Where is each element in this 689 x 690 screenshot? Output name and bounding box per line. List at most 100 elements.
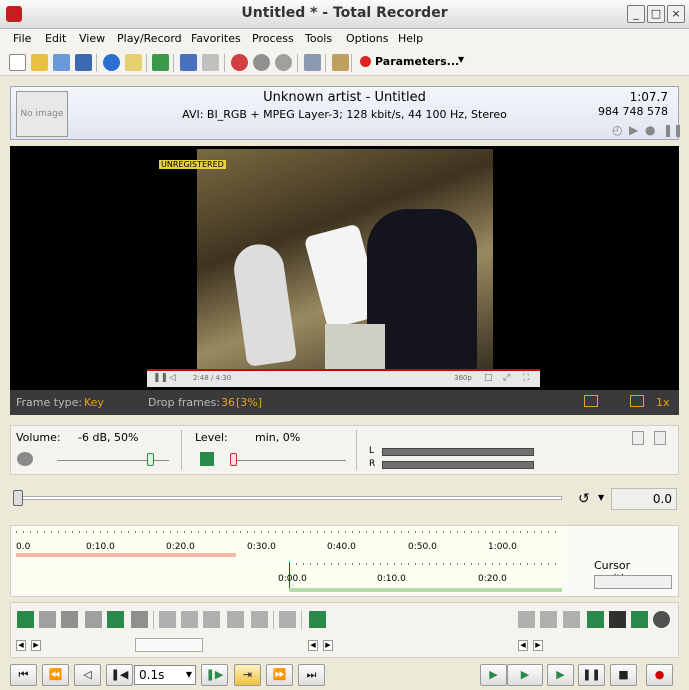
- close-button[interactable]: ×: [667, 5, 685, 23]
- merge-icon[interactable]: [540, 611, 557, 628]
- speed-select[interactable]: 0.1s ▼: [134, 665, 196, 685]
- mixer-info-icon[interactable]: [654, 431, 666, 445]
- loop-play-button[interactable]: ⇥: [234, 664, 261, 686]
- scroll-right-icon[interactable]: ▶: [533, 640, 543, 651]
- loop-icon[interactable]: ↺: [578, 491, 590, 507]
- go-to-start-button[interactable]: ⏮: [10, 664, 37, 686]
- position-slider-track[interactable]: [16, 496, 562, 500]
- level-wand-icon[interactable]: [200, 452, 214, 466]
- step-back-button[interactable]: ◁: [74, 664, 101, 686]
- fit-window-icon[interactable]: [630, 395, 644, 407]
- mini-stop-icon[interactable]: ●: [645, 123, 655, 137]
- scroll-left-icon[interactable]: ◀: [518, 640, 528, 651]
- record-button[interactable]: ●: [646, 664, 673, 686]
- parameters-button[interactable]: Parameters... ▼: [356, 52, 466, 72]
- menu-help[interactable]: Help: [398, 32, 423, 45]
- redo-icon[interactable]: [202, 54, 219, 71]
- format-description: AVI: BI_RGB + MPEG Layer-3; 128 kbit/s, …: [182, 108, 507, 121]
- add-marker-icon[interactable]: [587, 611, 604, 628]
- silence-icon[interactable]: [279, 611, 296, 628]
- refresh-icon[interactable]: [152, 54, 169, 71]
- fast-forward-button[interactable]: ⏩: [266, 664, 293, 686]
- rewind-button[interactable]: ⏪: [42, 664, 69, 686]
- save-icon[interactable]: [75, 54, 92, 71]
- chevron-down-icon: ▼: [458, 55, 465, 64]
- jump-forward-icon[interactable]: [39, 611, 56, 628]
- scroll-left-icon[interactable]: ◀: [308, 640, 318, 651]
- menu-file[interactable]: File: [13, 32, 31, 45]
- maximize-button[interactable]: □: [647, 5, 665, 23]
- menu-edit[interactable]: Edit: [45, 32, 66, 45]
- timeline-panel[interactable]: 0.0 0:10.0 0:20.0 0:30.0 0:40.0 0:50.0 1…: [10, 525, 679, 597]
- speaker-icon[interactable]: [17, 452, 33, 466]
- cut-icon[interactable]: [159, 611, 176, 628]
- pause-icon: ❚❚: [153, 373, 169, 383]
- paste-icon[interactable]: [203, 611, 220, 628]
- tick-label: 0:40.0: [327, 542, 356, 552]
- cursor-position-field[interactable]: [594, 575, 672, 589]
- chevron-down-icon[interactable]: ▼: [598, 493, 604, 502]
- scroll-left-icon[interactable]: ◀: [16, 640, 26, 651]
- play-to-end-button[interactable]: ▶: [547, 664, 574, 686]
- level-slider-track[interactable]: [232, 460, 346, 461]
- copy-icon[interactable]: [181, 611, 198, 628]
- open-url-icon[interactable]: [53, 54, 70, 71]
- stop-schedule-icon[interactable]: [275, 54, 292, 71]
- menu-favorites[interactable]: Favorites: [191, 32, 241, 45]
- menu-process[interactable]: Process: [252, 32, 294, 45]
- edit-scroll-box[interactable]: [135, 638, 203, 652]
- play-selection-button[interactable]: ❚▶: [201, 664, 228, 686]
- menu-play-record[interactable]: Play/Record: [117, 32, 182, 45]
- add-track-icon[interactable]: [631, 611, 648, 628]
- delete-icon[interactable]: [227, 611, 244, 628]
- tools-icon[interactable]: [332, 54, 349, 71]
- record-settings-icon[interactable]: [231, 54, 248, 71]
- panel-divider: [181, 430, 182, 470]
- overview-ruler[interactable]: 0.0 0:10.0 0:20.0 0:30.0 0:40.0 0:50.0 1…: [16, 526, 562, 560]
- zoom-ruler[interactable]: 0:00.0 0:10.0 0:20.0: [16, 562, 562, 594]
- pause-button[interactable]: ❚❚: [578, 664, 605, 686]
- video-figure: [230, 241, 298, 367]
- back-icon[interactable]: [85, 611, 102, 628]
- title-bar: Untitled * - Total Recorder _ □ ×: [0, 0, 689, 29]
- split-icon[interactable]: [518, 611, 535, 628]
- go-to-end-button[interactable]: ⏭: [298, 664, 325, 686]
- video-preview[interactable]: UNREGISTERED ❚❚ ◁ 2:48 / 4:30 360p □ ⤢ ⛶: [10, 146, 679, 390]
- edit-tags-icon[interactable]: [125, 54, 142, 71]
- volume-slider-thumb[interactable]: [147, 453, 154, 466]
- trim-icon[interactable]: [251, 611, 268, 628]
- scheduler-icon[interactable]: [253, 54, 270, 71]
- scroll-right-icon[interactable]: ▶: [323, 640, 333, 651]
- zoom-icon[interactable]: [653, 611, 670, 628]
- repeat-icon[interactable]: [131, 611, 148, 628]
- play-button[interactable]: ▶: [507, 664, 543, 686]
- play-from-start-button[interactable]: ▶: [480, 664, 507, 686]
- open-folder-icon[interactable]: [31, 54, 48, 71]
- stop-button[interactable]: ■: [610, 664, 637, 686]
- frame-back-button[interactable]: ❚◀: [106, 664, 133, 686]
- clear-icon[interactable]: [61, 611, 78, 628]
- position-slider-thumb[interactable]: [13, 490, 23, 506]
- go-to-end-icon[interactable]: [309, 611, 326, 628]
- menu-options[interactable]: Options: [346, 32, 388, 45]
- video-speed[interactable]: 1x: [656, 396, 670, 409]
- level-slider-thumb[interactable]: [230, 453, 237, 466]
- mini-pause-icon[interactable]: ❚❚: [663, 123, 683, 137]
- menu-view[interactable]: View: [79, 32, 105, 45]
- window-title: Untitled * - Total Recorder: [241, 5, 448, 21]
- mini-play-icon[interactable]: ▶: [629, 123, 638, 137]
- list-icon[interactable]: [563, 611, 580, 628]
- clock-icon[interactable]: ◴: [612, 123, 622, 137]
- scroll-right-icon[interactable]: ▶: [31, 640, 41, 651]
- minimize-button[interactable]: _: [627, 5, 645, 23]
- mark-start-icon[interactable]: [17, 611, 34, 628]
- mixer-settings-icon[interactable]: [632, 431, 644, 445]
- mark-end-icon[interactable]: [107, 611, 124, 628]
- new-file-icon[interactable]: [9, 54, 26, 71]
- undo-icon[interactable]: [180, 54, 197, 71]
- video-capture-icon[interactable]: [584, 395, 598, 407]
- info-icon[interactable]: [103, 54, 120, 71]
- find-icon[interactable]: [609, 611, 626, 628]
- menu-tools[interactable]: Tools: [305, 32, 332, 45]
- settings-icon[interactable]: [304, 54, 321, 71]
